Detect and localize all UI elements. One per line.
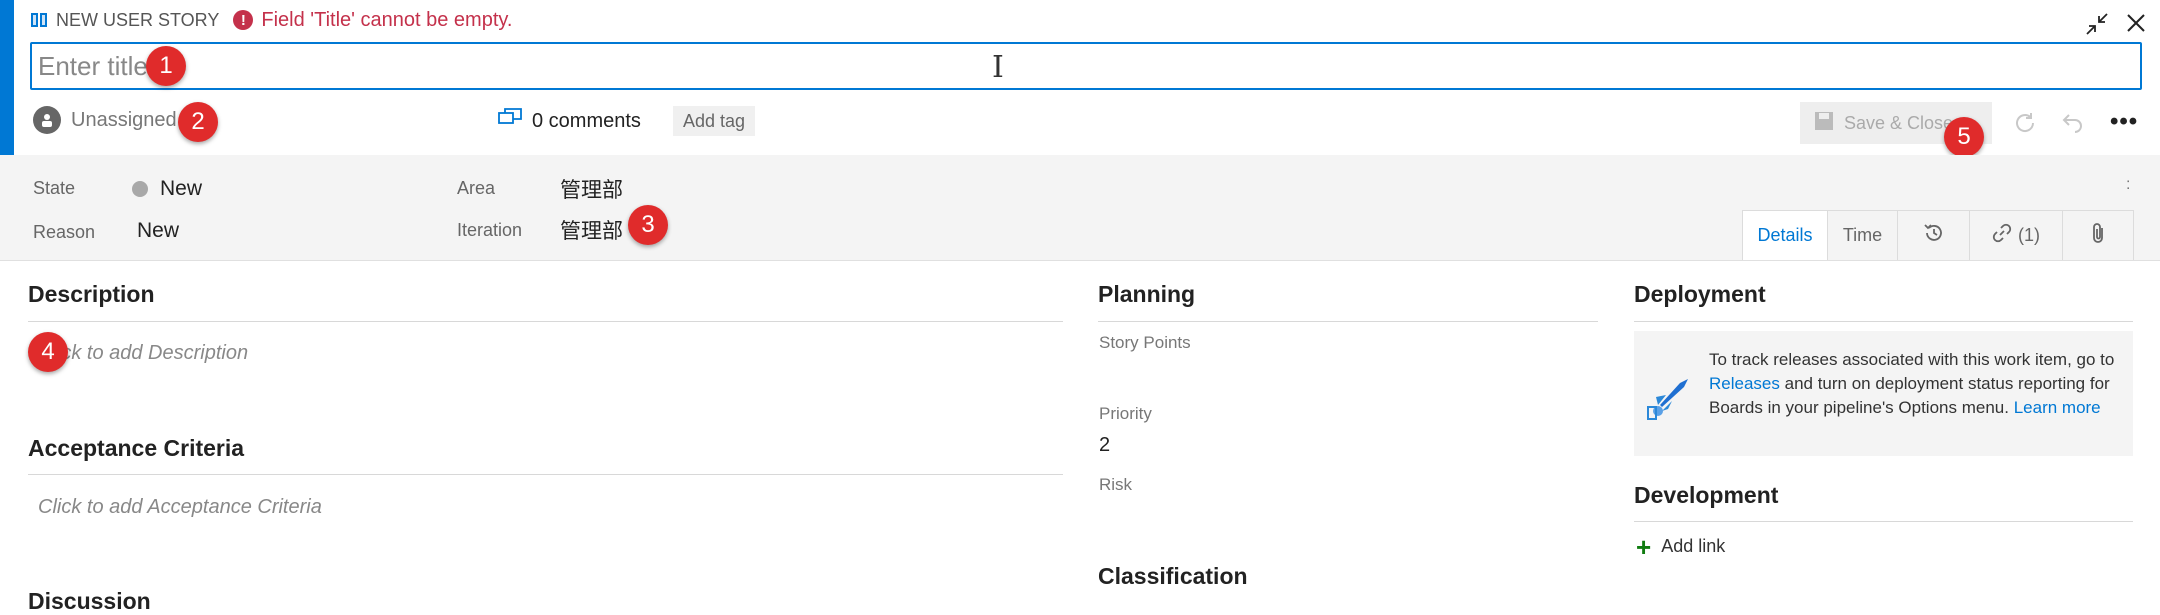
acceptance-divider [28, 474, 1063, 475]
work-item-type-label: NEW USER STORY [56, 9, 220, 30]
close-icon[interactable] [2125, 12, 2147, 34]
callout-badge-4: 4 [28, 332, 68, 372]
callout-badge-3: 3 [628, 205, 668, 245]
comment-icon [498, 108, 522, 134]
comments-link[interactable]: 0 comments [498, 108, 641, 134]
tab-time[interactable]: Time [1827, 210, 1897, 260]
priority-label: Priority [1099, 404, 1152, 423]
iteration-field[interactable]: 管理部 [560, 215, 623, 245]
user-story-icon [30, 12, 48, 28]
iteration-label: Iteration [457, 220, 523, 240]
deployment-info-text: To track releases associated with this w… [1709, 348, 2119, 420]
story-points-field[interactable] [1099, 356, 1579, 386]
planning-heading: Planning [1098, 281, 1196, 307]
fields-overflow-icon[interactable]: : [2126, 176, 2130, 194]
attachment-icon [2090, 222, 2106, 249]
development-heading: Development [1634, 482, 1779, 508]
assigned-to-label: Unassigned [71, 108, 177, 131]
add-tag-button[interactable]: Add tag [673, 106, 756, 136]
reason-label: Reason [33, 222, 96, 242]
risk-field[interactable] [1099, 498, 1579, 528]
tab-history[interactable] [1897, 210, 1969, 260]
tab-links[interactable]: (1) [1969, 210, 2062, 260]
refresh-icon[interactable] [2013, 111, 2037, 140]
assigned-to-field[interactable]: Unassigned [33, 106, 177, 134]
tab-details[interactable]: Details [1742, 210, 1827, 260]
save-close-label: Save & Close [1844, 112, 1954, 133]
deployment-text-part-1: To track releases associated with this w… [1709, 350, 2115, 369]
area-label: Area [457, 178, 496, 198]
more-actions-icon[interactable]: ••• [2110, 108, 2138, 136]
link-icon [1992, 223, 2012, 248]
story-points-label: Story Points [1099, 333, 1191, 352]
callout-badge-5: 5 [1944, 117, 1984, 157]
work-item-header: NEW USER STORY ! Field 'Title' cannot be… [30, 8, 512, 32]
avatar [33, 106, 61, 134]
pipelines-icon [1646, 375, 1692, 426]
releases-link[interactable]: Releases [1709, 374, 1780, 393]
description-editor[interactable]: Click to add Description [38, 342, 248, 365]
state-field[interactable]: New [132, 177, 202, 201]
collapse-icon[interactable] [2085, 12, 2109, 36]
development-divider [1634, 521, 2133, 522]
undo-icon[interactable] [2060, 111, 2084, 140]
save-icon [1814, 111, 1834, 136]
add-link-label: Add link [1661, 536, 1726, 556]
planning-divider [1098, 321, 1598, 322]
deployment-heading: Deployment [1634, 281, 1766, 307]
deployment-divider [1634, 321, 2133, 322]
title-input[interactable] [30, 42, 2142, 90]
history-icon [1923, 222, 1945, 249]
reason-field[interactable]: New [137, 219, 179, 243]
risk-label: Risk [1099, 475, 1133, 494]
acceptance-criteria-heading: Acceptance Criteria [28, 435, 245, 461]
description-heading: Description [28, 281, 155, 307]
deployment-info-panel: To track releases associated with this w… [1634, 331, 2133, 456]
tab-attachments[interactable] [2062, 210, 2134, 260]
text-cursor-icon: I [992, 50, 1004, 85]
acceptance-criteria-editor[interactable]: Click to add Acceptance Criteria [38, 496, 322, 519]
callout-badge-2: 2 [178, 102, 218, 142]
discussion-heading: Discussion [28, 588, 151, 614]
description-divider [28, 321, 1063, 322]
tab-bar: Details Time (1) [1742, 210, 2134, 260]
add-link-button[interactable]: + Add link [1636, 531, 1726, 562]
priority-field[interactable]: 2 [1099, 434, 1110, 457]
comments-label: 0 comments [532, 109, 641, 132]
callout-badge-1: 1 [146, 46, 186, 86]
plus-icon: + [1636, 531, 1652, 562]
state-indicator-icon [132, 181, 148, 197]
work-item-color-bar [0, 0, 14, 155]
learn-more-link[interactable]: Learn more [2014, 398, 2101, 417]
error-icon: ! [233, 10, 254, 30]
area-field[interactable]: 管理部 [560, 174, 623, 204]
link-count: (1) [2018, 225, 2040, 245]
state-value: New [160, 177, 203, 200]
classification-heading: Classification [1098, 563, 1248, 589]
state-label: State [33, 178, 76, 198]
error-message: Field 'Title' cannot be empty. [261, 8, 513, 31]
